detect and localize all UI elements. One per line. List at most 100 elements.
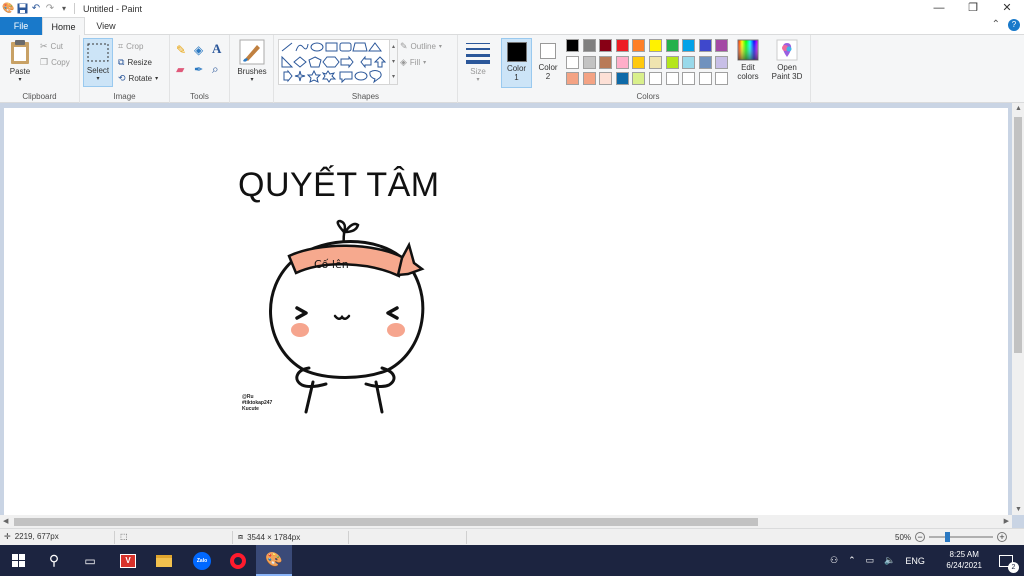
open-paint3d-button[interactable]: Open Paint 3D <box>767 39 807 81</box>
vertical-scroll-thumb[interactable] <box>1014 117 1022 353</box>
crop-button[interactable]: ⌗ Crop <box>118 41 143 52</box>
palette-swatch[interactable] <box>615 39 629 52</box>
selection-icon: ⬚ <box>120 532 128 541</box>
palette-swatch[interactable] <box>682 72 696 85</box>
input-language[interactable]: ENG <box>905 556 925 566</box>
palette-swatch[interactable] <box>566 39 579 52</box>
undo-icon[interactable]: ↶ <box>30 3 42 15</box>
palette-swatch[interactable] <box>715 72 729 85</box>
color2-button[interactable]: Color 2 <box>534 38 562 88</box>
taskbar-app-unikey[interactable]: V <box>110 545 146 576</box>
palette-swatch[interactable] <box>632 39 646 52</box>
select-button[interactable]: Select ▾ <box>83 38 113 87</box>
resize-button[interactable]: ⧉ Resize <box>118 57 152 68</box>
palette-swatch[interactable] <box>665 39 679 52</box>
tab-file[interactable]: File <box>0 17 42 35</box>
scroll-right-icon[interactable]: ▶ <box>1004 517 1009 525</box>
select-dropdown-icon[interactable]: ▾ <box>84 75 112 82</box>
color1-button[interactable]: Color 1 <box>501 38 532 88</box>
palette-swatch[interactable] <box>698 55 712 69</box>
horizontal-scrollbar[interactable]: ◀ ▶ <box>0 515 1012 528</box>
show-hidden-icons-chevron-icon[interactable]: ⌃ <box>848 555 856 566</box>
taskbar-app-file-explorer[interactable] <box>146 545 182 576</box>
palette-swatch[interactable] <box>649 39 662 52</box>
palette-swatch[interactable] <box>566 55 579 69</box>
shapes-scroll[interactable]: ▴ ▾ ▾ <box>390 39 398 85</box>
palette-swatch[interactable] <box>665 55 679 69</box>
save-icon[interactable] <box>16 3 28 15</box>
palette-swatch[interactable] <box>599 39 613 52</box>
drawing-canvas[interactable]: QUYẾT TÂM Cố lên @Ru #tiktokap247 Kucute <box>4 108 1008 515</box>
palette-swatch[interactable] <box>632 72 646 85</box>
close-button[interactable]: ✕ <box>990 0 1024 17</box>
scroll-left-icon[interactable]: ◀ <box>3 517 8 525</box>
vertical-scrollbar[interactable]: ▲ ▼ <box>1012 103 1024 515</box>
collapse-ribbon-icon[interactable]: ⌃ <box>992 19 1000 31</box>
palette-swatch[interactable] <box>582 72 596 85</box>
palette-swatch[interactable] <box>698 39 712 52</box>
help-icon[interactable]: ? <box>1008 19 1020 31</box>
zoom-slider[interactable] <box>929 532 994 542</box>
rotate-dropdown-icon[interactable]: ▾ <box>155 75 158 82</box>
palette-swatch[interactable] <box>566 72 579 85</box>
fill-bucket-icon[interactable]: ◈ <box>194 43 203 57</box>
pencil-icon[interactable]: ✎ <box>176 43 186 57</box>
paint-app-icon[interactable]: 🎨 <box>2 3 14 15</box>
taskbar-app-zalo[interactable]: Zalo <box>184 545 220 576</box>
tab-home[interactable]: Home <box>42 17 85 35</box>
outline-button[interactable]: ✎ Outline ▾ <box>400 41 442 52</box>
battery-icon[interactable]: ▭ <box>866 555 875 566</box>
rotate-button[interactable]: ⟲ Rotate ▾ <box>118 73 158 84</box>
action-center-button[interactable]: 2 <box>988 545 1024 576</box>
clock[interactable]: 8:25 AM 6/24/2021 <box>946 549 982 571</box>
palette-swatch[interactable] <box>649 55 662 69</box>
zoom-in-icon[interactable]: + <box>997 532 1008 542</box>
palette-swatch[interactable] <box>715 55 729 69</box>
task-view-button[interactable]: ▭ <box>72 545 108 576</box>
horizontal-scroll-thumb[interactable] <box>14 518 758 526</box>
palette-swatch[interactable] <box>632 55 646 69</box>
palette-swatch[interactable] <box>599 72 613 85</box>
copy-button[interactable]: ❐ Copy <box>40 57 70 68</box>
palette-swatch[interactable] <box>615 72 629 85</box>
fill-button[interactable]: ◈ Fill ▾ <box>400 57 426 68</box>
magnifier-icon[interactable]: ⌕ <box>212 62 219 77</box>
zoom-out-icon[interactable]: − <box>915 532 926 542</box>
restore-button[interactable]: ❐ <box>956 0 990 17</box>
tab-view[interactable]: View <box>86 17 126 35</box>
size-button[interactable]: Size ▾ <box>462 39 494 83</box>
start-button[interactable] <box>0 545 36 576</box>
palette-swatch[interactable] <box>682 55 696 69</box>
color-picker-icon[interactable]: ✒ <box>194 63 203 76</box>
edit-colors-button[interactable]: Edit colors <box>731 39 765 81</box>
taskbar-app-opera[interactable] <box>220 545 256 576</box>
palette-swatch[interactable] <box>698 72 712 85</box>
customize-toolbar-icon[interactable]: ▾ <box>58 3 70 15</box>
palette-swatch[interactable] <box>582 39 596 52</box>
minimize-button[interactable]: — <box>922 0 956 17</box>
palette-swatch[interactable] <box>615 55 629 69</box>
shapes-gallery[interactable] <box>278 39 390 85</box>
brushes-dropdown-icon[interactable]: ▾ <box>234 76 270 83</box>
eraser-icon[interactable]: ▰ <box>176 63 184 76</box>
scroll-up-icon[interactable]: ▲ <box>1015 105 1022 112</box>
cut-button[interactable]: ✂ Cut <box>40 41 63 52</box>
people-icon[interactable]: ⚇ <box>830 555 838 566</box>
window-title: Untitled - Paint <box>83 3 143 14</box>
paste-dropdown-icon[interactable]: ▾ <box>4 76 36 83</box>
zoom-slider-thumb[interactable] <box>945 532 951 542</box>
search-button[interactable]: ⚲ <box>36 545 72 576</box>
palette-swatch[interactable] <box>582 55 596 69</box>
text-tool-icon[interactable]: A <box>212 41 221 57</box>
redo-icon[interactable]: ↷ <box>44 3 56 15</box>
palette-swatch[interactable] <box>665 72 679 85</box>
palette-swatch[interactable] <box>715 39 729 52</box>
palette-swatch[interactable] <box>682 39 696 52</box>
palette-swatch[interactable] <box>599 55 613 69</box>
volume-icon[interactable]: 🔈 <box>884 555 895 566</box>
taskbar-app-paint[interactable]: 🎨 <box>256 545 292 576</box>
scroll-down-icon[interactable]: ▼ <box>1015 506 1022 513</box>
palette-swatch[interactable] <box>649 72 662 85</box>
brushes-button[interactable]: Brushes ▾ <box>234 39 270 83</box>
paste-button[interactable]: Paste ▾ <box>4 39 36 83</box>
